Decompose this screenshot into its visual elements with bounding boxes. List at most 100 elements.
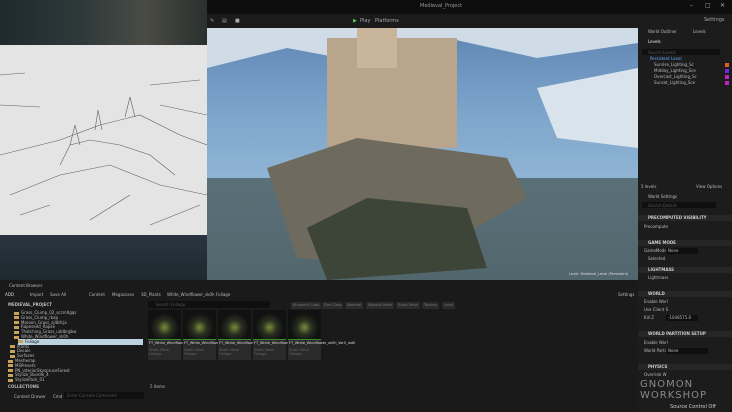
filter-chip[interactable]: Blueprint Class <box>291 302 322 309</box>
play-button[interactable]: Play <box>360 18 370 24</box>
close-button[interactable]: ✕ <box>720 2 725 9</box>
tab-content-browser[interactable]: Content Browser <box>9 283 42 289</box>
folder-icon <box>8 378 13 382</box>
level-viewport[interactable]: Level: Medieval_Level (Persistent) <box>207 28 638 280</box>
asset-type: Static Mesh Foliage <box>254 347 275 357</box>
search-placeholder: Search Foliage <box>156 302 186 307</box>
prop-label[interactable]: Lightmass <box>648 275 669 281</box>
asset-search[interactable]: Search Foliage <box>148 301 270 308</box>
level-color-swatch[interactable] <box>725 69 729 73</box>
level-row[interactable]: Sunset_Lighting_Sce <box>654 80 695 86</box>
folder-label: StylizePack_01 <box>15 377 45 383</box>
folder-item[interactable]: Foliage <box>18 338 143 345</box>
settings-button[interactable]: Settings <box>704 17 725 23</box>
import-button[interactable]: Import <box>30 292 43 298</box>
cb-settings-button[interactable]: Settings <box>618 292 634 298</box>
viewport-level-label: Level: Medieval_Level (Persistent) <box>569 272 629 276</box>
tab-world-settings[interactable]: World Settings <box>648 194 677 200</box>
project-root[interactable]: MEDIEVAL_PROJECT <box>8 302 52 308</box>
prop-label: Enable Worl <box>644 340 668 345</box>
asset-thumbnail <box>253 310 286 340</box>
prop-label: World Partiti <box>644 348 669 353</box>
blueprint-icon[interactable]: ■ <box>235 18 240 24</box>
asset-thumbnail <box>183 310 216 340</box>
folder-item[interactable]: StylizePack_01 <box>8 377 45 383</box>
prop-label: Use Client S <box>644 307 669 312</box>
section-precomputed[interactable]: PRECOMPUTED VISIBILITY <box>638 215 732 221</box>
maximize-button[interactable]: □ <box>705 2 711 9</box>
level-color-swatch[interactable] <box>725 81 729 85</box>
asset-thumbnail <box>218 310 251 340</box>
search-placeholder: Search Details <box>648 203 677 208</box>
item-count: 5 items <box>150 384 165 389</box>
filter-chip[interactable]: Level <box>442 302 456 309</box>
castle-sketch <box>0 72 207 226</box>
level-count: 5 levels <box>641 184 657 189</box>
asset-thumbnail <box>148 310 181 340</box>
section-physics[interactable]: PHYSICS <box>638 364 732 370</box>
asset-type: Static Mesh Foliage <box>219 347 240 357</box>
prop-label[interactable]: Selected <box>648 256 665 262</box>
breadcrumb-item[interactable]: Content <box>89 292 105 298</box>
content-drawer-button[interactable]: Content Drawer <box>14 394 46 400</box>
section-world-partition[interactable]: WORLD PARTITION SETUP <box>638 331 732 337</box>
breadcrumb-item[interactable]: 3D_Plants <box>141 292 161 298</box>
breadcrumb-item[interactable]: White_Windflower_sk0h <box>167 292 215 298</box>
castle-scene <box>207 28 638 280</box>
console-input[interactable]: Enter Console Command <box>64 392 144 399</box>
sketch-overlay <box>0 45 207 235</box>
levels-dropdown[interactable]: Levels <box>648 39 661 45</box>
forest-background <box>0 235 207 280</box>
gamemode-select[interactable]: None <box>666 248 698 254</box>
breadcrumb-item[interactable]: Foliage <box>216 292 230 298</box>
source-control-status[interactable]: Source Control Off <box>670 404 716 410</box>
console-placeholder: Enter Console Command <box>67 393 117 398</box>
world-partition-select[interactable]: None <box>666 348 708 354</box>
prop-label: Kill Z <box>644 315 654 320</box>
details-search[interactable]: Search Details <box>642 202 716 208</box>
collections-header[interactable]: COLLECTIONS <box>8 384 39 390</box>
asset-tile[interactable]: FT_White_Windflower_sk0h_Var5_lod0 Static… <box>288 310 355 360</box>
content-icon[interactable]: ▤ <box>222 18 227 24</box>
main-toolbar: ✎ ▤ ■ ▶ Play Platforms <box>207 14 638 28</box>
prop-label: GameMode <box>644 248 667 253</box>
add-button[interactable]: ADD <box>5 292 14 298</box>
toolbar-right: Settings <box>638 14 732 25</box>
section-world[interactable]: WORLD <box>638 291 732 297</box>
section-lightmass[interactable]: LIGHTMASS <box>638 267 732 273</box>
level-color-swatch[interactable] <box>725 63 729 67</box>
asset-type: Static Mesh Foliage <box>184 347 205 357</box>
world-settings-panel: 5 levels View Options World Settings Sea… <box>638 180 732 412</box>
view-options-button[interactable]: View Options <box>696 184 722 190</box>
asset-type: Static Mesh Foliage <box>149 347 170 357</box>
content-browser: Content Browser ADD Import Save All Cont… <box>0 280 638 412</box>
kill-z-input[interactable]: -1048575.0 <box>666 315 698 321</box>
levels-search[interactable]: Search Levels <box>642 49 720 55</box>
prop-label: Precompute <box>644 224 669 229</box>
platforms-button[interactable]: Platforms <box>375 18 399 24</box>
filter-chip[interactable]: Texture <box>422 302 439 309</box>
filter-chip[interactable]: Skeletal Mesh <box>366 302 395 309</box>
tab-levels[interactable]: Levels <box>693 29 706 35</box>
asset-tile[interactable]: FT_White_Windflower_sk0h_Var4_lod0Static… <box>253 310 320 360</box>
levels-panel: World Outliner Levels Levels Search Leve… <box>638 25 732 180</box>
cmd-button[interactable]: Cmd <box>53 394 62 400</box>
reference-photo <box>0 0 207 45</box>
level-color-swatch[interactable] <box>725 75 729 79</box>
filter-chip[interactable]: Dim Class <box>322 302 344 309</box>
breadcrumb-item[interactable]: Megascans <box>112 292 134 298</box>
asset-thumbnail <box>288 310 321 340</box>
asset-tile[interactable]: FT_White_Windflower_sk0h_Var3_lod0Static… <box>218 310 285 360</box>
minimize-button[interactable]: – <box>690 2 693 9</box>
asset-tile[interactable]: FT_White_Windflower_sk0h_Var2_lod0Static… <box>183 310 250 360</box>
tab-world-outliner[interactable]: World Outliner <box>648 29 677 35</box>
filter-chip[interactable]: Material <box>345 302 364 309</box>
save-all-button[interactable]: Save All <box>50 292 66 298</box>
prop-label: Override W <box>644 372 667 377</box>
asset-type: Static Mesh Foliage <box>289 347 310 357</box>
select-mode-icon[interactable]: ✎ <box>210 18 214 24</box>
asset-tile[interactable]: FT_White_Windflower_sk0h_Var1_lod0Static… <box>148 310 215 360</box>
section-game-mode[interactable]: GAME MODE <box>638 240 732 246</box>
play-icon[interactable]: ▶ <box>353 18 357 24</box>
filter-chip[interactable]: Static Mesh <box>396 302 421 309</box>
